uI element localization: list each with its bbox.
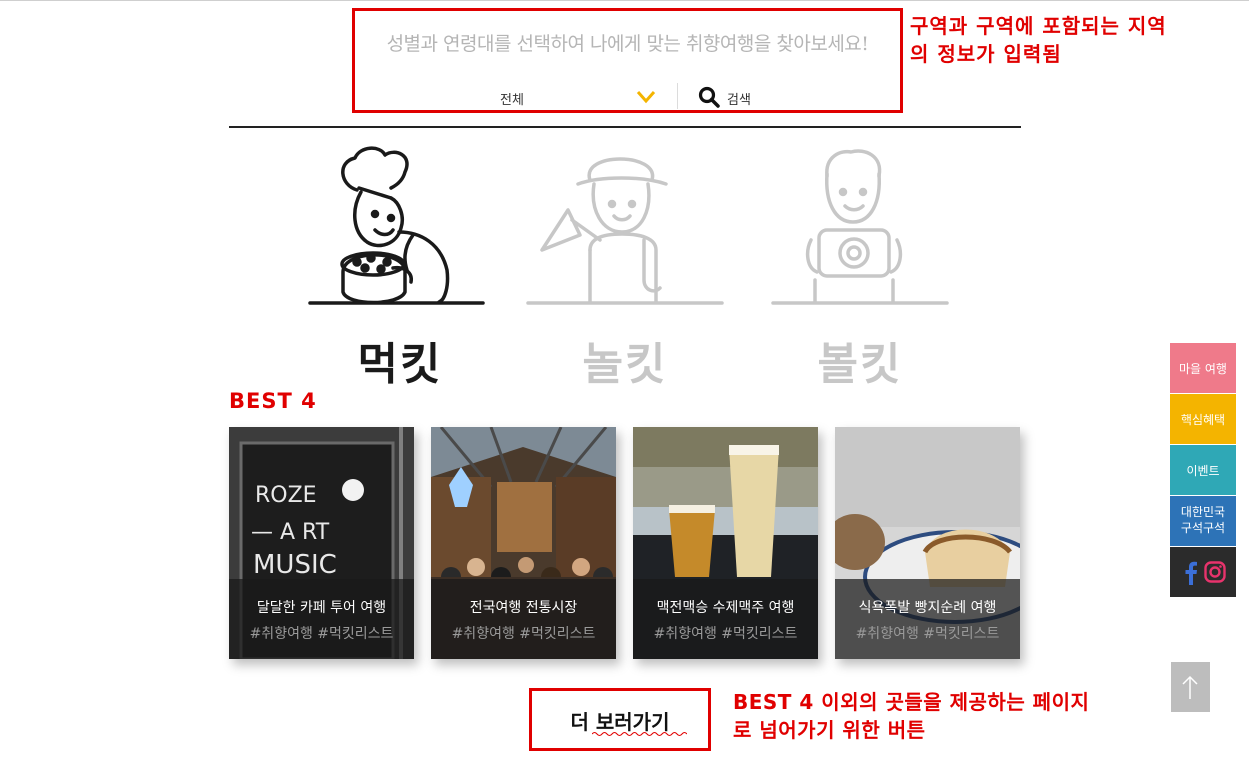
sign-text: MUSIC xyxy=(253,550,337,580)
card-caption xyxy=(229,579,414,659)
chef-icon xyxy=(308,146,485,305)
tab-see-label: 볼킷 xyxy=(817,339,903,390)
side-menu-label: 마을 여행 xyxy=(1179,362,1227,376)
chevron-down-icon xyxy=(636,91,656,104)
tab-play[interactable]: 놀킷 xyxy=(520,140,730,390)
search-icon xyxy=(698,86,720,108)
card-tags: #취향여행 #먹킷리스트 xyxy=(855,626,1000,642)
tab-eat-label: 먹킷 xyxy=(357,339,443,390)
card-title: 식욕폭발 빵지순례 여행 xyxy=(858,600,997,616)
side-menu-label: 이벤트 xyxy=(1186,464,1220,478)
best-card-beer[interactable]: 맥전맥승 수제맥주 여행 #취향여행 #먹킷리스트 xyxy=(633,427,818,659)
annotation-search: 구역과 구역에 포함되는 지역 의 정보가 입력됨 xyxy=(910,12,1167,68)
tab-see[interactable]: 볼킷 xyxy=(755,140,965,390)
card-title: 전국여행 전통시장 xyxy=(469,600,578,616)
side-menu-social xyxy=(1170,547,1236,597)
category-select-value: 전체 xyxy=(500,93,524,108)
card-tags: #취향여행 #먹킷리스트 xyxy=(451,626,596,642)
annotation-more: BEST 4 이외의 곳들을 제공하는 페이지 로 넘어가기 위한 버튼 xyxy=(733,688,1089,744)
card-title: 맥전맥승 수제맥주 여행 xyxy=(656,600,795,616)
side-menu-label-line2: 구석구석 xyxy=(1180,521,1226,535)
top-border xyxy=(0,0,1249,1)
tab-eat[interactable]: 먹킷 xyxy=(295,140,505,390)
annotation-more-line1: BEST 4 이외의 곳들을 제공하는 페이지 xyxy=(733,690,1090,714)
tab-play-label: 놀킷 xyxy=(582,339,668,390)
card-caption xyxy=(633,579,818,659)
annotation-search-line2: 의 정보가 입력됨 xyxy=(910,42,1062,66)
side-menu-label-line1: 대한민국 xyxy=(1180,505,1226,519)
annotation-more-line2: 로 넘어가기 위한 버튼 xyxy=(733,718,926,742)
more-button[interactable]: 더 보러가기 xyxy=(529,688,711,751)
annotation-search-line1: 구역과 구역에 포함되는 지역 xyxy=(910,14,1167,38)
card-tags: #취향여행 #먹킷리스트 xyxy=(249,626,394,642)
side-menu-label: 핵심혜택 xyxy=(1180,413,1226,427)
section-rule xyxy=(229,126,1021,128)
card-caption xyxy=(835,579,1020,659)
instagram-icon[interactable] xyxy=(1204,561,1226,583)
sign-text: — A RT xyxy=(251,520,330,545)
side-menu-benefits[interactable]: 핵심혜택 xyxy=(1170,394,1236,444)
card-title: 달달한 카페 투어 여행 xyxy=(256,600,387,616)
photographer-icon xyxy=(771,149,949,305)
arrow-up-icon xyxy=(1182,675,1198,699)
sign-text: ROZE xyxy=(255,483,317,508)
search-hint: 성별과 연령대를 선택하여 나에게 맞는 취향여행을 찾아보세요! xyxy=(386,33,869,55)
card-caption xyxy=(431,579,616,659)
best-card-cafe[interactable]: ROZE — A RT MUSIC 달달한 카페 투어 여행 #취향여행 #먹킷… xyxy=(229,427,414,659)
card-tags: #취향여행 #먹킷리스트 xyxy=(653,626,798,642)
category-select[interactable]: 전체 xyxy=(475,83,665,111)
search-button-label: 검색 xyxy=(727,93,751,108)
side-menu-village-trip[interactable]: 마을 여행 xyxy=(1170,343,1236,393)
spellcheck-underline xyxy=(592,732,687,736)
search-panel: 성별과 연령대를 선택하여 나에게 맞는 취향여행을 찾아보세요! 전체 검색 xyxy=(352,8,903,113)
best-heading: BEST 4 xyxy=(229,389,317,413)
scroll-top-button[interactable] xyxy=(1171,662,1210,712)
side-menu-label: 대한민국 구석구석 xyxy=(1170,504,1236,536)
best-card-market[interactable]: 전국여행 전통시장 #취향여행 #먹킷리스트 xyxy=(431,427,616,659)
search-button[interactable]: 검색 xyxy=(695,83,765,111)
divider xyxy=(677,83,678,109)
side-menu-korea-guide[interactable]: 대한민국 구석구석 xyxy=(1170,496,1236,546)
best-card-bread[interactable]: 식욕폭발 빵지순례 여행 #취향여행 #먹킷리스트 xyxy=(835,427,1020,659)
traveler-icon xyxy=(526,157,724,305)
facebook-icon[interactable] xyxy=(1184,561,1198,585)
side-menu-event[interactable]: 이벤트 xyxy=(1170,445,1236,495)
